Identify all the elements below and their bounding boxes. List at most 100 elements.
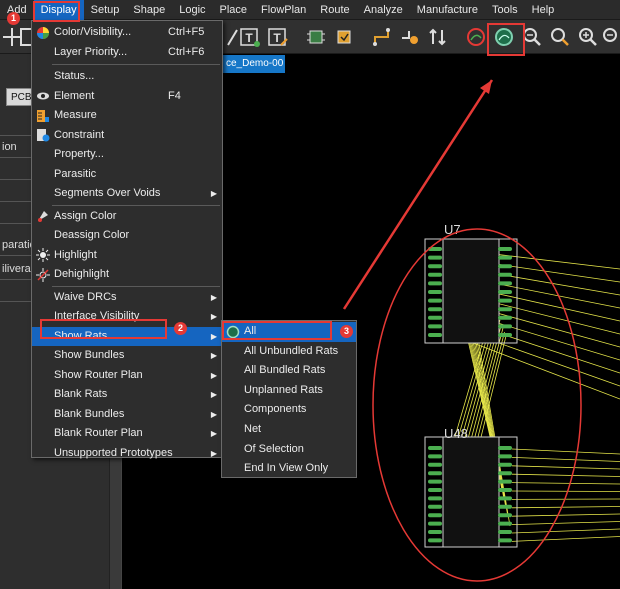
- menu-place[interactable]: Place: [213, 0, 255, 20]
- menu-shape[interactable]: Shape: [126, 0, 172, 20]
- menu-item-blank-rats[interactable]: Blank Rats ▶: [32, 385, 222, 405]
- component-pin[interactable]: [498, 513, 512, 518]
- submenu-item-end-in-view-only[interactable]: End In View Only: [222, 459, 356, 479]
- component-pin[interactable]: [498, 446, 512, 450]
- component-pin[interactable]: [498, 530, 512, 534]
- component-pin[interactable]: [428, 538, 442, 543]
- submenu-arrow-icon: ▶: [210, 448, 217, 458]
- component-pin[interactable]: [498, 471, 512, 476]
- component-pin[interactable]: [498, 521, 512, 526]
- menu-flowplan[interactable]: FlowPlan: [254, 0, 313, 20]
- submenu-item-unplanned-rats[interactable]: Unplanned Rats: [222, 381, 356, 401]
- component-u7[interactable]: U7: [424, 222, 518, 344]
- component-pin[interactable]: [498, 479, 512, 484]
- menu-item-color-visibility[interactable]: Color/Visibility... Ctrl+F5: [32, 23, 222, 43]
- component-pin[interactable]: [428, 324, 442, 329]
- component-pin[interactable]: [428, 307, 442, 312]
- chip-icon[interactable]: [332, 25, 356, 49]
- menu-item-label: Blank Rats: [54, 388, 108, 400]
- component-pin[interactable]: [428, 521, 442, 526]
- menu-item-show-router-plan[interactable]: Show Router Plan ▶: [32, 366, 222, 386]
- menu-item-unsupported-prototypes[interactable]: Unsupported Prototypes ▶: [32, 444, 222, 464]
- zoom-window-icon[interactable]: [548, 25, 572, 49]
- menu-help[interactable]: Help: [525, 0, 562, 20]
- component-pin[interactable]: [498, 264, 512, 269]
- component-pin[interactable]: [498, 538, 512, 543]
- swap-icon[interactable]: [426, 25, 450, 49]
- component-pin[interactable]: [428, 513, 442, 518]
- component-pin[interactable]: [428, 496, 442, 501]
- component-pin[interactable]: [428, 264, 442, 269]
- component-pin[interactable]: [428, 446, 442, 450]
- menu-setup[interactable]: Setup: [84, 0, 127, 20]
- menu-item-measure[interactable]: Measure: [32, 106, 222, 126]
- menu-item-constraint[interactable]: Constraint: [32, 126, 222, 146]
- add-text-icon[interactable]: T: [238, 25, 262, 49]
- edit-text-icon[interactable]: T: [266, 25, 290, 49]
- component-pin[interactable]: [428, 298, 442, 303]
- menu-item-blank-bundles[interactable]: Blank Bundles ▶: [32, 405, 222, 425]
- menu-item-show-bundles[interactable]: Show Bundles ▶: [32, 346, 222, 366]
- menu-item-dehighlight[interactable]: Dehighlight: [32, 265, 222, 285]
- component-pin[interactable]: [428, 454, 442, 459]
- component-pin[interactable]: [498, 290, 512, 294]
- component-pin[interactable]: [498, 504, 512, 509]
- menu-item-segments-over-voids[interactable]: Segments Over Voids ▶: [32, 184, 222, 204]
- submenu-item-components[interactable]: Components: [222, 400, 356, 420]
- document-tab[interactable]: ce_Demo-00: [222, 55, 285, 73]
- menu-analyze[interactable]: Analyze: [357, 0, 410, 20]
- menu-manufacture[interactable]: Manufacture: [410, 0, 485, 20]
- component-pin[interactable]: [428, 281, 442, 286]
- component-pin[interactable]: [428, 488, 442, 492]
- menu-item-assign-color[interactable]: Assign Color: [32, 207, 222, 227]
- component-pin[interactable]: [428, 479, 442, 484]
- component-pin[interactable]: [428, 471, 442, 476]
- component-pin[interactable]: [428, 290, 442, 294]
- menu-item-element[interactable]: Element F4: [32, 87, 222, 107]
- menu-item-layer-priority[interactable]: Layer Priority... Ctrl+F6: [32, 43, 222, 63]
- pcb-dropdown[interactable]: PCB: [6, 88, 34, 106]
- component-pin[interactable]: [428, 272, 442, 277]
- component-pin[interactable]: [498, 315, 512, 320]
- slide-icon[interactable]: [398, 25, 422, 49]
- component-pin[interactable]: [498, 247, 512, 251]
- component-pin[interactable]: [498, 281, 512, 286]
- dehighlight-icon: [35, 267, 50, 282]
- rat-line: [511, 490, 620, 492]
- component-pin[interactable]: [498, 255, 512, 260]
- route-icon[interactable]: [370, 25, 394, 49]
- component-pin[interactable]: [498, 454, 512, 459]
- menu-item-highlight[interactable]: Highlight: [32, 246, 222, 266]
- component-pin[interactable]: [498, 333, 512, 337]
- zoom-in-icon[interactable]: [576, 25, 600, 49]
- component-pin[interactable]: [428, 315, 442, 320]
- menu-tools[interactable]: Tools: [485, 0, 525, 20]
- menu-item-blank-router-plan[interactable]: Blank Router Plan ▶: [32, 424, 222, 444]
- blank-rats-icon[interactable]: [464, 25, 488, 49]
- component-pin[interactable]: [498, 272, 512, 277]
- component-pin[interactable]: [428, 504, 442, 509]
- zoom-out-icon[interactable]: [600, 25, 620, 49]
- menu-item-parasitic[interactable]: Parasitic: [32, 165, 222, 185]
- menu-item-waive-drcs[interactable]: Waive DRCs ▶: [32, 288, 222, 308]
- component-pin[interactable]: [498, 307, 512, 312]
- menu-item-status[interactable]: Status...: [32, 67, 222, 87]
- component-pin[interactable]: [498, 324, 512, 329]
- menu-logic[interactable]: Logic: [172, 0, 212, 20]
- component-pin[interactable]: [498, 298, 512, 303]
- place-component-icon[interactable]: [304, 25, 328, 49]
- submenu-item-all-unbundled-rats[interactable]: All Unbundled Rats: [222, 342, 356, 362]
- component-pin[interactable]: [428, 255, 442, 260]
- submenu-item-all-bundled-rats[interactable]: All Bundled Rats: [222, 361, 356, 381]
- component-pin[interactable]: [498, 496, 512, 501]
- component-pin[interactable]: [428, 333, 442, 337]
- component-pin[interactable]: [498, 488, 512, 492]
- menu-route[interactable]: Route: [313, 0, 356, 20]
- menu-item-property[interactable]: Property...: [32, 145, 222, 165]
- component-pin[interactable]: [498, 462, 512, 467]
- submenu-item-net[interactable]: Net: [222, 420, 356, 440]
- component-pin[interactable]: [428, 462, 442, 467]
- component-pin[interactable]: [428, 530, 442, 534]
- submenu-item-of-selection[interactable]: Of Selection: [222, 440, 356, 460]
- menu-item-deassign-color[interactable]: Deassign Color: [32, 226, 222, 246]
